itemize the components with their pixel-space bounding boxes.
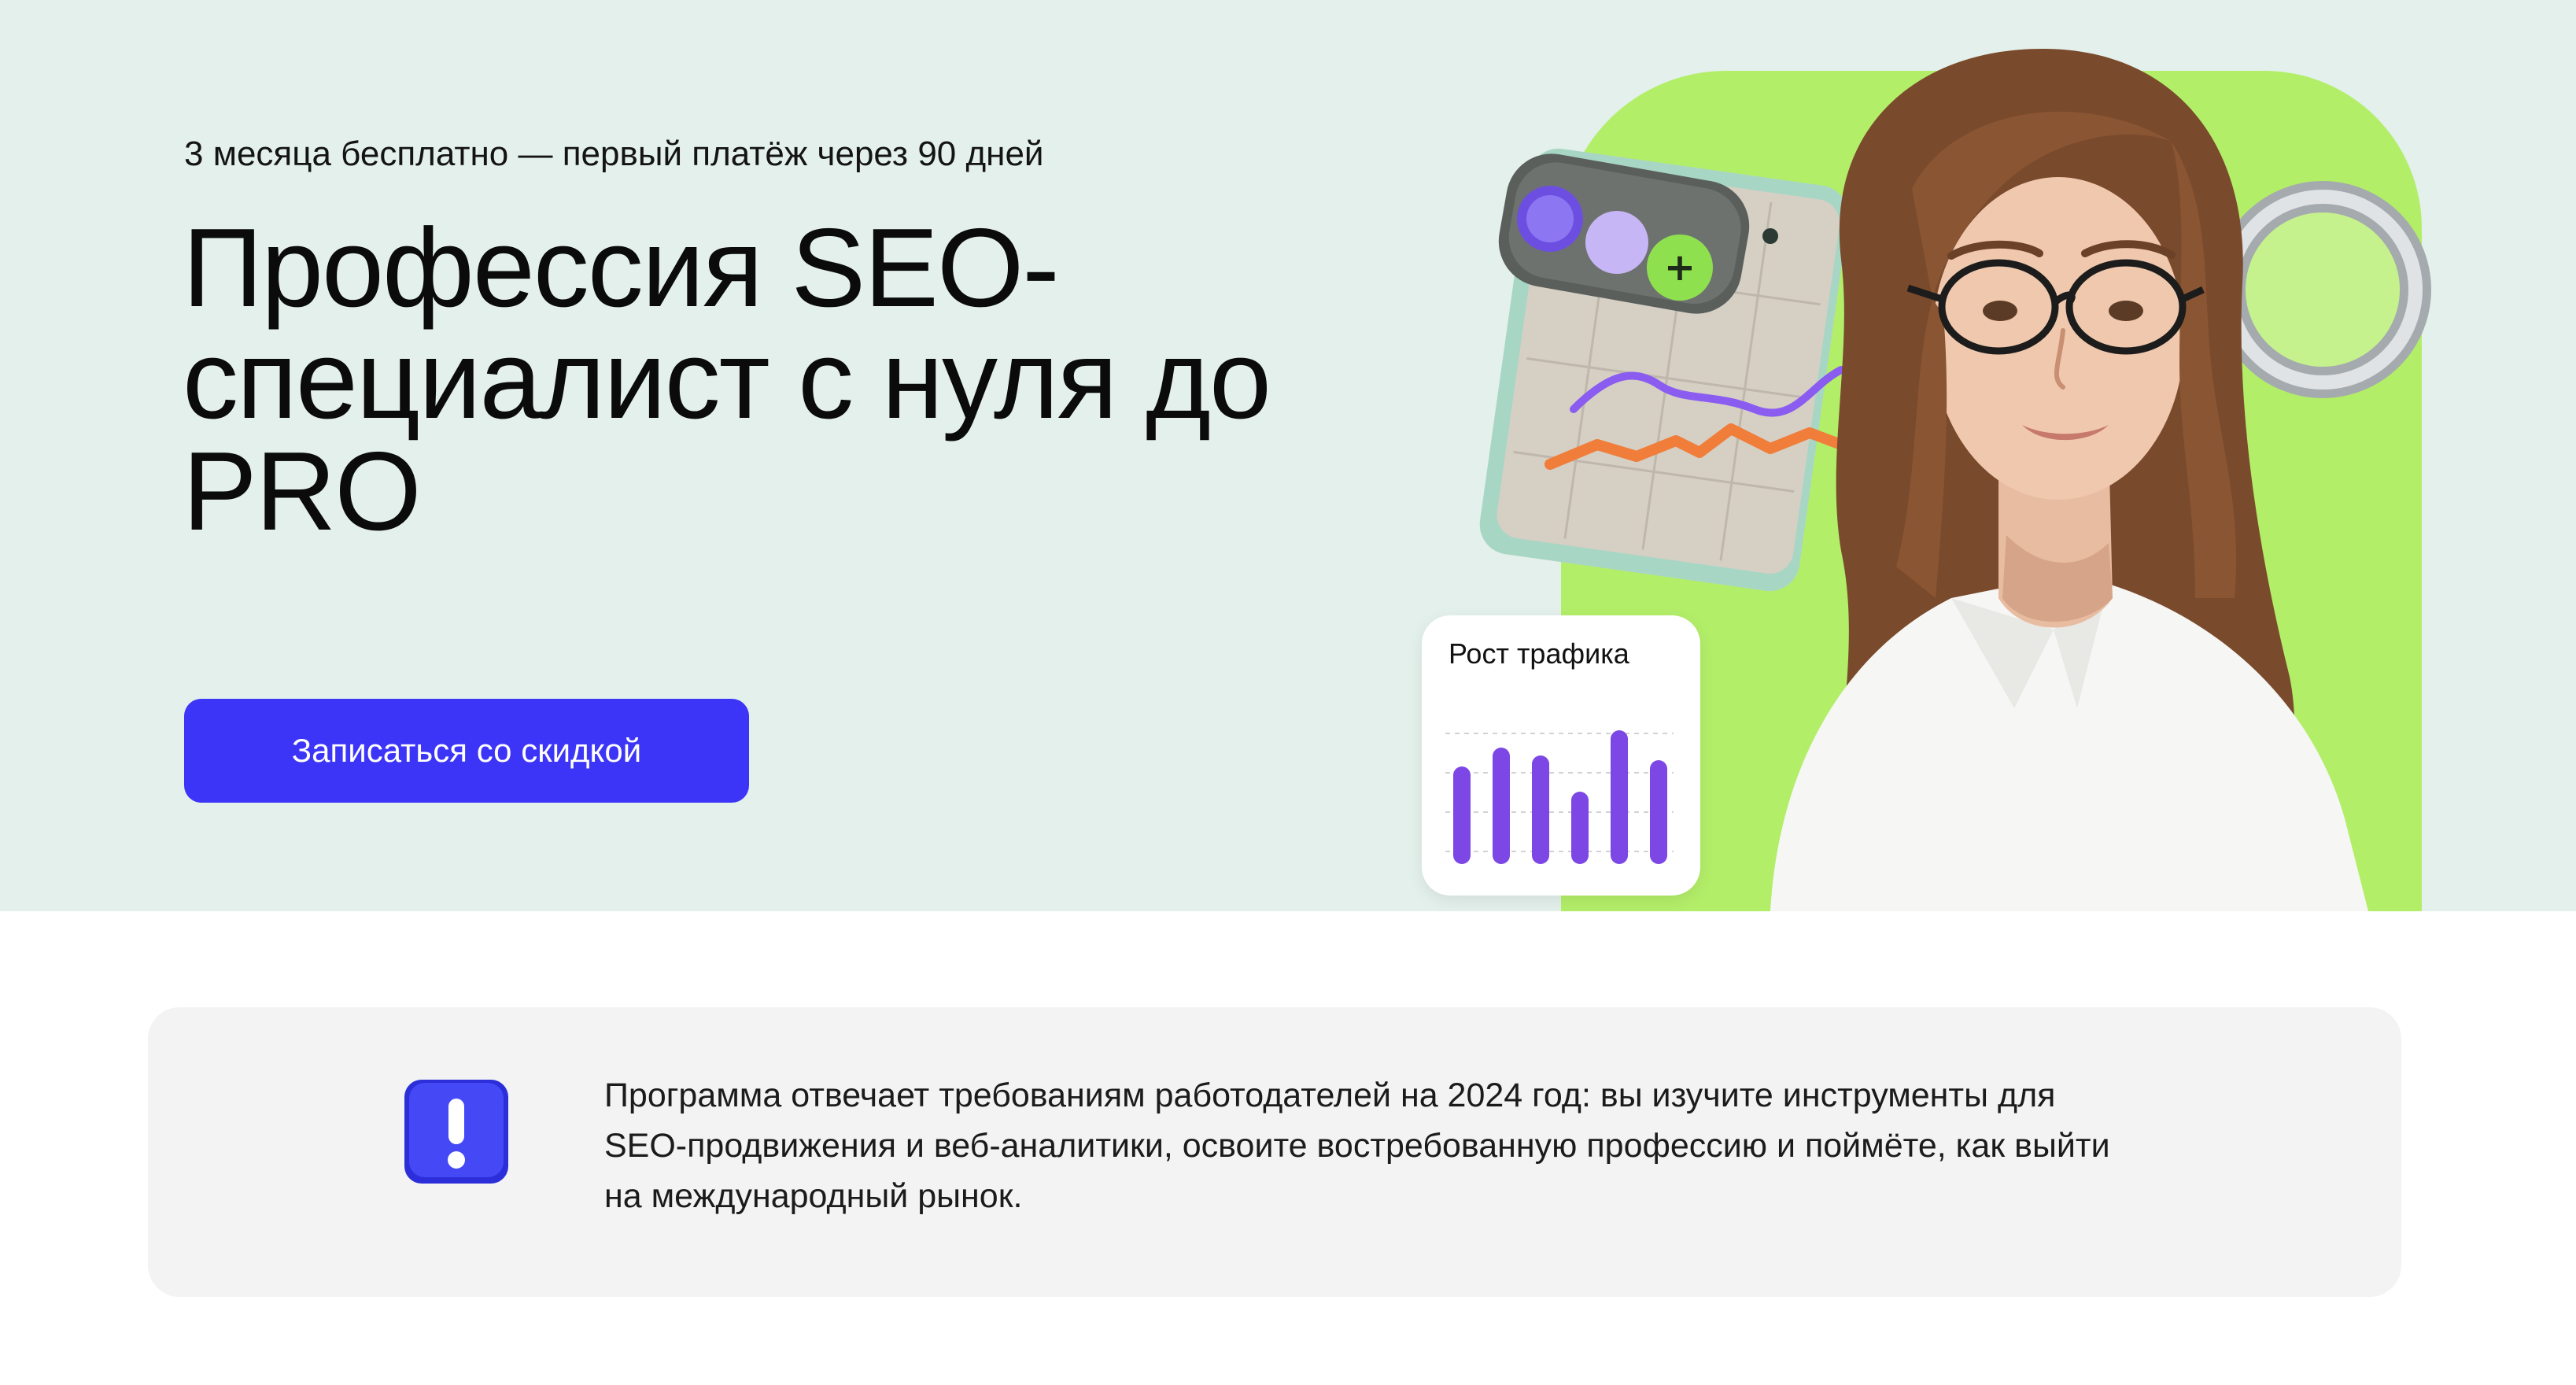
traffic-bar xyxy=(1532,755,1549,864)
notice-text: Программа отвечает требованиям работодат… xyxy=(604,1077,2110,1215)
traffic-bar xyxy=(1493,748,1510,864)
exclamation-icon xyxy=(404,1080,508,1184)
traffic-growth-card: Рост трафика xyxy=(1422,615,1700,896)
traffic-bar xyxy=(1611,730,1628,864)
traffic-bar xyxy=(1453,766,1471,864)
hero-section: 3 месяца бесплатно — первый платёж через… xyxy=(0,0,2576,911)
signup-discount-button[interactable]: Записаться со скидкой xyxy=(184,699,749,803)
traffic-bar xyxy=(1571,792,1589,864)
traffic-bars-illustration xyxy=(1445,730,1674,864)
program-notice: Программа отвечает требованиям работодат… xyxy=(148,1007,2401,1297)
traffic-bar xyxy=(1650,760,1667,864)
traffic-card-title: Рост трафика xyxy=(1449,637,1629,670)
page-title: Профессия SEO-специалист с нуля до PRO xyxy=(183,205,1271,554)
hero-illustration: + Рост трафика xyxy=(1401,0,2576,911)
promo-text: 3 месяца бесплатно — первый платёж через… xyxy=(184,135,1044,173)
